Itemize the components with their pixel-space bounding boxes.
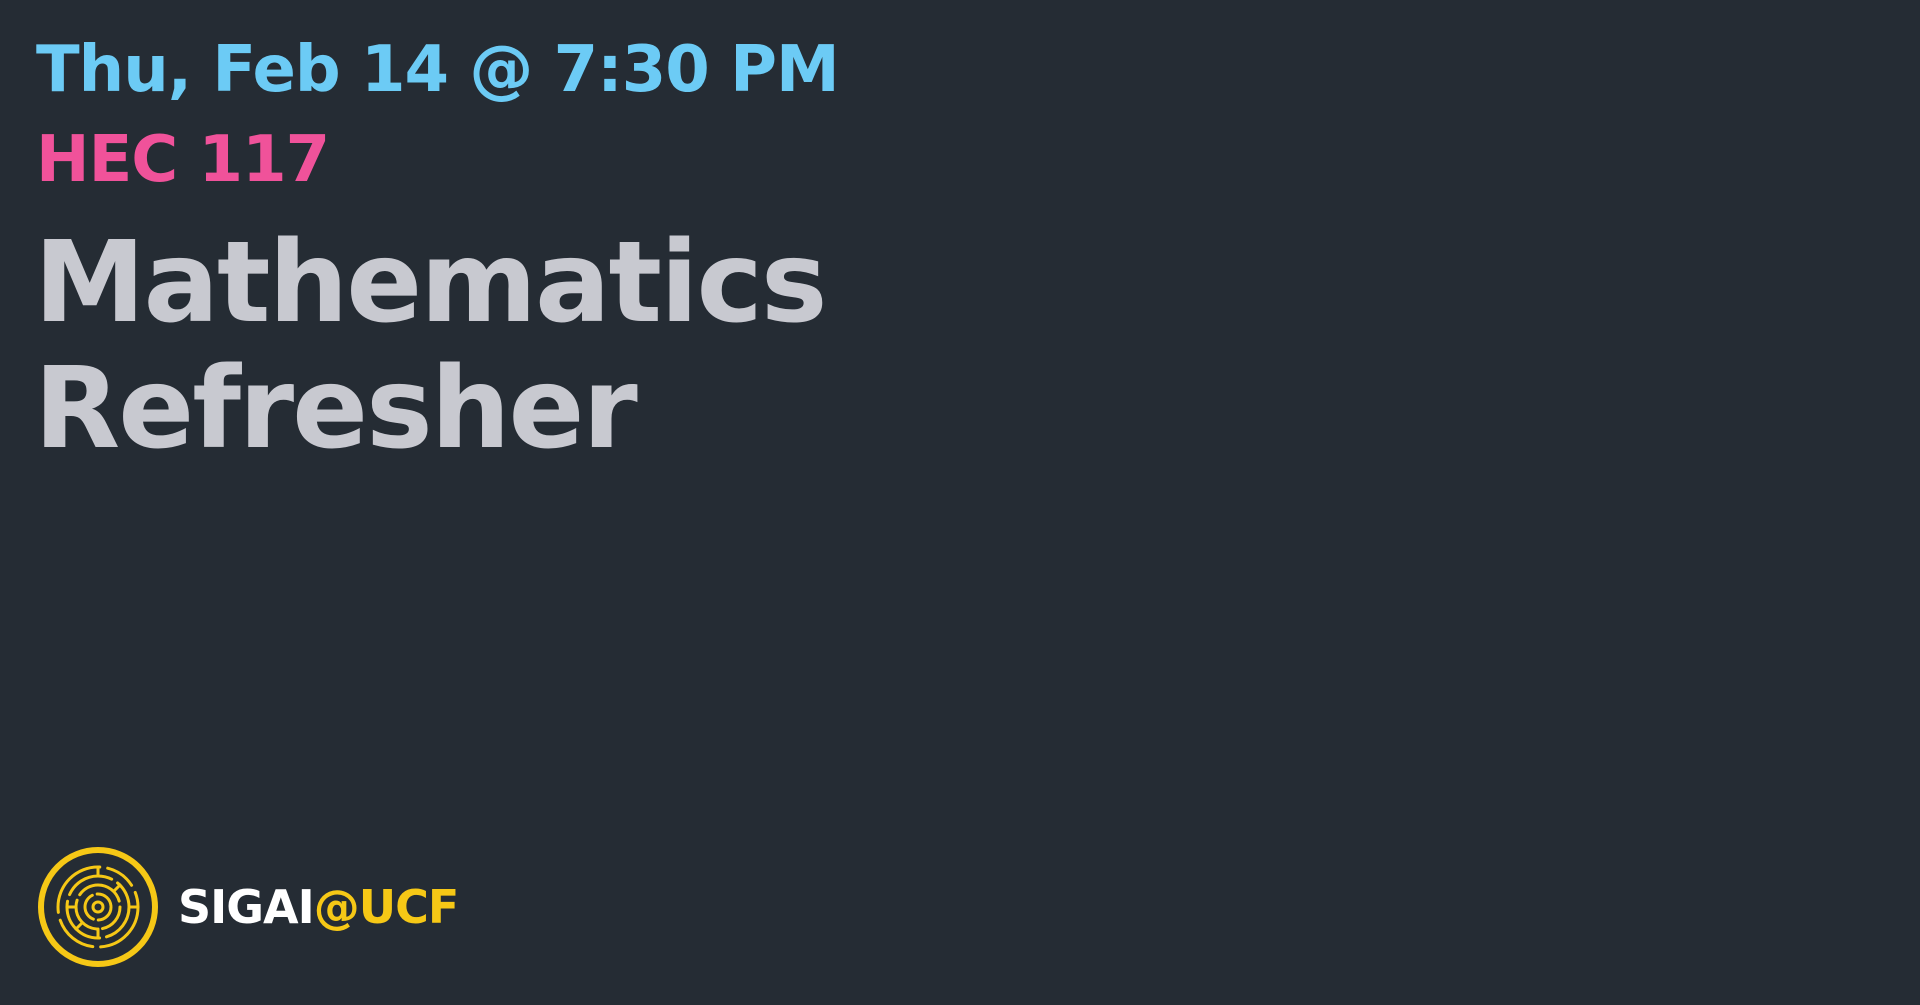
event-datetime: Thu, Feb 14 @ 7:30 PM	[36, 33, 840, 107]
event-title: Mathematics Refresher	[34, 218, 828, 474]
sigai-logo: SIGAI@UCF	[36, 845, 460, 969]
circular-maze-logo-icon	[38, 847, 158, 967]
event-card: Thu, Feb 14 @ 7:30 PM HEC 117 Mathematic…	[0, 0, 1920, 1005]
brand-suffix: @UCF	[313, 880, 460, 934]
sigai-logo-text: SIGAI@UCF	[178, 880, 460, 934]
event-title-line-1: Mathematics	[34, 218, 828, 348]
brand-name: SIGAI	[178, 880, 315, 934]
event-title-line-2: Refresher	[34, 344, 638, 474]
event-location: HEC 117	[36, 123, 330, 197]
